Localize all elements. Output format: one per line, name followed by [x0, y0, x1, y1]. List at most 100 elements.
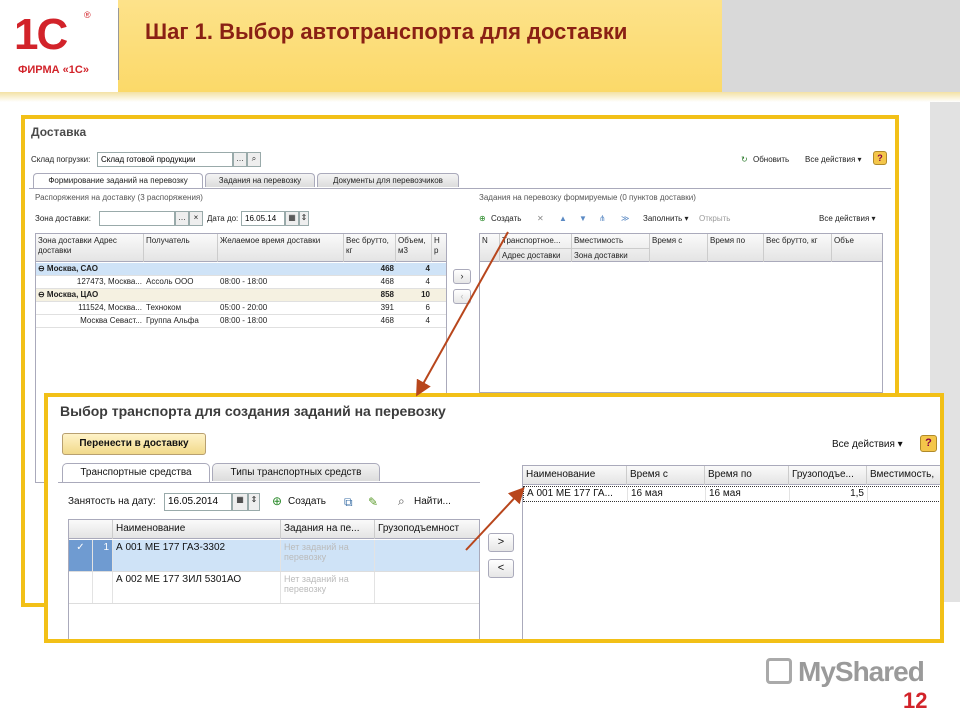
popup-create-icon[interactable]: ⊕	[272, 494, 282, 508]
table-row[interactable]: А 002 МЕ 177 ЗИЛ 5301АО Нет заданий на пе…	[69, 572, 479, 604]
popup-create-button[interactable]: Создать	[288, 496, 326, 507]
busy-date-label: Занятость на дату:	[68, 496, 156, 507]
tasks-grid-header: N Транспортное... Вместимость Время с Вр…	[480, 234, 882, 262]
cell-recipient: Техноком	[146, 303, 182, 312]
col-vehicle-capacity[interactable]: Грузоподъемност	[375, 520, 479, 539]
split-icon[interactable]: ⋔	[599, 214, 606, 223]
date-field[interactable]: 16.05.14	[241, 211, 285, 226]
move-right-button[interactable]: ›	[453, 269, 471, 284]
find-icon[interactable]: ⌕	[398, 494, 405, 509]
fill-button[interactable]: Заполнить ▾	[643, 214, 689, 223]
tab-forming-tasks[interactable]: Формирование заданий на перевозку	[33, 173, 203, 188]
col-desired-time[interactable]: Желаемое время доставки	[218, 234, 344, 262]
col-n[interactable]: N	[480, 234, 500, 262]
col-mark	[69, 520, 113, 539]
popup-move-left-button[interactable]: <	[488, 559, 514, 578]
transfer-to-delivery-button[interactable]: Перенести в доставку	[62, 433, 206, 455]
copy-icon[interactable]: ⧉	[344, 495, 353, 510]
vehicles-grid: Наименование Задания на пе... Грузоподъе…	[68, 519, 480, 639]
col-address[interactable]: Адрес доставки	[500, 248, 572, 262]
date-spinner[interactable]: ⇕	[299, 211, 309, 226]
open-button[interactable]: Открыть	[699, 214, 730, 223]
col-gross-weight[interactable]: Вес брутто, кг	[764, 234, 832, 262]
brand-watermark: MyShared	[798, 656, 925, 687]
col-vehicle-name[interactable]: Наименование	[113, 520, 281, 539]
col-time-from[interactable]: Время с	[650, 234, 708, 262]
col-zone[interactable]: Зона доставки Адрес доставки	[36, 234, 144, 262]
create-button[interactable]: Создать	[491, 214, 521, 223]
cell-check[interactable]	[69, 572, 93, 603]
cell-recipient	[144, 263, 218, 276]
cell-time: 05:00 - 20:00	[220, 303, 268, 312]
col-sel-name[interactable]: Наименование	[523, 466, 627, 485]
col-sel-volume[interactable]: Вместимость,	[867, 466, 940, 485]
col-sel-capacity[interactable]: Грузоподъе...	[789, 466, 867, 485]
busy-date-field[interactable]: 16.05.2014	[164, 493, 232, 511]
popup-calendar-icon[interactable]: ▦	[232, 493, 248, 511]
cell-recipient: Группа Альфа	[146, 316, 199, 325]
col-recipient[interactable]: Получатель	[144, 234, 218, 262]
cell-time: 08:00 - 18:00	[220, 277, 268, 286]
warehouse-search-icon[interactable]: ⌕	[247, 152, 261, 167]
move-down-icon[interactable]: ▼	[579, 214, 587, 223]
cell-time: 08:00 - 18:00	[220, 316, 268, 325]
table-row[interactable]: 111524, Москва... Техноком 05:00 - 20:00 39…	[36, 302, 446, 315]
merge-icon[interactable]: ≫	[621, 214, 629, 223]
col-extra[interactable]: Н р	[432, 234, 446, 262]
tab-vehicles[interactable]: Транспортные средства	[62, 463, 210, 482]
col-sel-from[interactable]: Время с	[627, 466, 705, 485]
popup-move-right-button[interactable]: >	[488, 533, 514, 552]
tab-vehicle-types[interactable]: Типы транспортных средств	[212, 463, 380, 481]
table-row[interactable]: Москва Севаст... Группа Альфа 08:00 - 18:0…	[36, 315, 446, 328]
cell-volume: 4	[425, 277, 430, 286]
delete-icon[interactable]: ✕	[537, 214, 544, 223]
col-weight[interactable]: Вес брутто, кг	[344, 234, 396, 262]
cell-volume: 4	[425, 264, 430, 273]
table-row[interactable]: ✓ 1 А 001 МЕ 177 ГАЗ-3302 Нет заданий на пе…	[69, 540, 479, 572]
col-vehicle-tasks[interactable]: Задания на пе...	[281, 520, 375, 539]
cell-recipient	[144, 289, 218, 302]
cell-check[interactable]: ✓	[69, 540, 93, 571]
vehicles-grid-header: Наименование Задания на пе... Грузоподъе…	[69, 520, 479, 539]
cell-weight: 468	[380, 264, 394, 273]
zone-clear-icon[interactable]: ×	[189, 211, 203, 226]
myshared-logo-icon	[766, 658, 792, 684]
tab-tasks[interactable]: Задания на перевозку	[205, 173, 315, 187]
cell-zone: 111524, Москва...	[78, 303, 142, 312]
edit-icon[interactable]: ✎	[368, 495, 378, 509]
logo-mark: 1С	[14, 10, 68, 59]
warehouse-select-button[interactable]: …	[233, 152, 247, 167]
table-row[interactable]: ⊖ Москва, ЦАО 858 10	[36, 289, 446, 302]
warehouse-label: Склад погрузки:	[31, 155, 91, 164]
col-zone-right[interactable]: Зона доставки	[572, 248, 650, 262]
refresh-button[interactable]: Обновить	[753, 155, 789, 164]
cell-capacity	[375, 540, 479, 571]
cell-volume: 10	[421, 290, 430, 299]
warehouse-field[interactable]: Склад готовой продукции	[97, 152, 233, 167]
calendar-icon[interactable]: ▦	[285, 211, 299, 226]
table-row[interactable]: 127473, Москва... Ассоль ООО 08:00 - 18:00…	[36, 276, 446, 289]
col-time-to[interactable]: Время по	[708, 234, 764, 262]
zone-select-button[interactable]: …	[175, 211, 189, 226]
move-left-button[interactable]: ‹	[453, 289, 471, 304]
col-volume-right[interactable]: Объе	[832, 234, 882, 262]
popup-help-icon[interactable]: ?	[920, 435, 937, 452]
header-divider	[0, 92, 960, 102]
col-sel-to[interactable]: Время по	[705, 466, 789, 485]
find-button[interactable]: Найти...	[414, 496, 451, 507]
create-icon[interactable]: ⊕	[479, 214, 486, 223]
popup-tab-line	[58, 482, 480, 483]
refresh-icon[interactable]: ↻	[741, 155, 748, 164]
table-row[interactable]: ⊖ Москва, САО 468 4	[36, 263, 446, 276]
right-all-actions-button[interactable]: Все действия ▾	[819, 214, 876, 223]
popup-date-spinner[interactable]: ⇕	[248, 493, 260, 511]
table-row[interactable]: А 001 МЕ 177 ГА... 16 мая 16 мая 1,5	[523, 486, 940, 502]
move-up-icon[interactable]: ▲	[559, 214, 567, 223]
tab-carrier-documents[interactable]: Документы для перевозчиков	[317, 173, 459, 187]
cell-volume: 4	[425, 316, 430, 325]
all-actions-button[interactable]: Все действия ▾	[805, 155, 862, 164]
zone-field[interactable]	[99, 211, 175, 226]
help-icon[interactable]: ?	[873, 151, 887, 165]
col-volume[interactable]: Объем, м3	[396, 234, 432, 262]
popup-all-actions-button[interactable]: Все действия ▾	[832, 439, 903, 450]
